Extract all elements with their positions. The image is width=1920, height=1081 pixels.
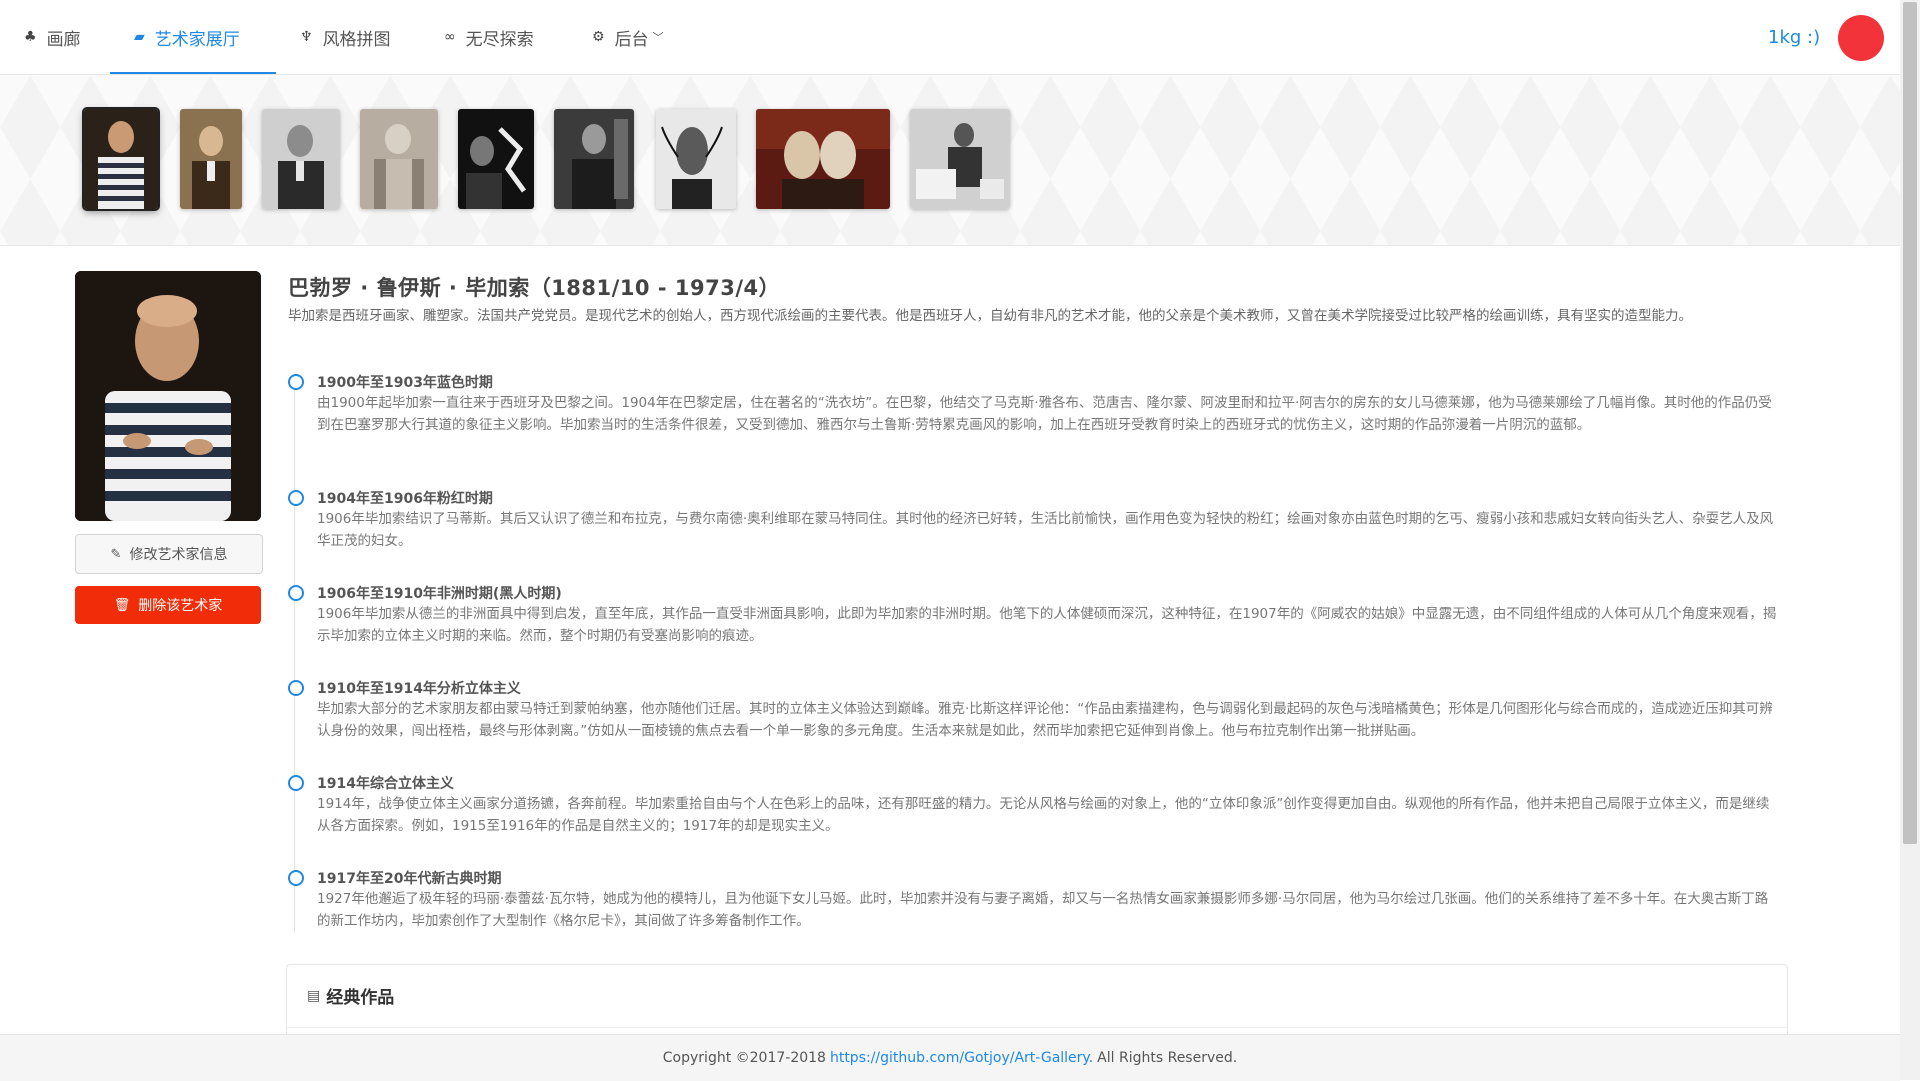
artist-portrait <box>75 271 261 521</box>
artist-name-title: 巴勃罗 · 鲁伊斯 · 毕加索（1881/10 - 1973/4） <box>288 276 781 300</box>
artist-thumb-8[interactable] <box>756 109 890 209</box>
timeline-item-title: 1917年至20年代新古典时期 <box>317 871 502 887</box>
artist-thumb-picasso[interactable] <box>84 109 158 209</box>
artist-thumb-3[interactable] <box>262 109 340 209</box>
timeline-dot-icon <box>288 585 304 601</box>
artist-thumb-5[interactable] <box>458 109 534 209</box>
pencil-icon: ✎ <box>110 546 122 562</box>
artist-portrait-image <box>360 109 438 209</box>
delete-artist-label: 删除该艺术家 <box>138 598 223 614</box>
timeline-dot-icon <box>288 374 304 390</box>
timeline-item-body: 1906年毕加索从德兰的非洲面具中得到启发，直至年底，其作品一直受非洲面具影响，… <box>317 606 1777 644</box>
timeline-item-body: 1906年毕加索结识了马蒂斯。其后又认识了德兰和布拉克，与费尔南德·奥利维耶在蒙… <box>317 511 1774 549</box>
nav-label: 艺术家展厅 <box>154 29 240 50</box>
edit-artist-label: 修改艺术家信息 <box>129 547 228 563</box>
top-navbar: ♣ 画廊 ▰ 艺术家展厅 ♆ 风格拼图 ∞ 无尽探索 ⚙ 后台 ﹀ 1kg :) <box>0 0 1900 75</box>
timeline-item-title: 1914年综合立体主义 <box>317 776 454 792</box>
timeline-item-title: 1900年至1903年蓝色时期 <box>317 375 493 391</box>
timeline-item-title: 1910年至1914年分析立体主义 <box>317 681 521 697</box>
artist-thumb-6[interactable] <box>554 109 634 209</box>
film-icon: ▤ <box>307 987 321 1004</box>
artist-portrait-image <box>656 109 736 209</box>
nav-admin-dropdown[interactable]: ⚙ 后台 ﹀ <box>592 0 664 74</box>
footer-github-link[interactable]: https://github.com/Gotjoy/Art-Gallery. <box>830 1050 1093 1066</box>
artist-portrait-image <box>262 109 340 209</box>
gear-icon: ⚙ <box>592 29 605 45</box>
timeline-item-title: 1904年至1906年粉红时期 <box>317 491 493 507</box>
divider <box>287 1027 1787 1028</box>
timeline-item-title: 1906年至1910年非洲时期(黑人时期) <box>317 586 562 602</box>
nav-label: 画廊 <box>46 29 81 50</box>
artist-thumb-2[interactable] <box>180 109 242 209</box>
timeline-dot-icon <box>288 870 304 886</box>
timeline-line <box>294 384 295 932</box>
timeline-dot-icon <box>288 490 304 506</box>
scrollbar-thumb[interactable] <box>1903 2 1917 844</box>
user-name-link[interactable]: 1kg :) <box>1768 0 1820 74</box>
avatar[interactable] <box>1838 15 1884 61</box>
artist-thumb-4[interactable] <box>360 109 438 209</box>
timeline-item-body: 由1900年起毕加索一直往来于西班牙及巴黎之间。1904年在巴黎定居，住在著名的… <box>317 395 1772 433</box>
artist-portrait-image <box>554 109 634 209</box>
nav-label: 无尽探索 <box>465 29 534 50</box>
artist-thumb-7[interactable] <box>656 109 736 209</box>
nav-label: 后台 <box>614 29 649 50</box>
trash-icon: 🗑 <box>113 597 131 613</box>
nav-artist-hall[interactable]: ▰ 艺术家展厅 <box>134 0 240 74</box>
nav-endless-explore[interactable]: ∞ 无尽探索 <box>444 0 534 74</box>
chevron-down-icon: ﹀ <box>652 31 664 44</box>
nav-style-puzzle[interactable]: ♆ 风格拼图 <box>300 0 391 74</box>
works-title: 经典作品 <box>326 988 395 1008</box>
artist-portrait-image <box>910 109 1010 209</box>
timeline-item-body: 1927年他邂逅了极年轻的玛丽·泰蕾兹·瓦尔特，她成为他的模特儿，且为他诞下女儿… <box>317 891 1769 929</box>
timeline-item-body: 1914年，战争使立体主义画家分道扬镳，各奔前程。毕加索重拾自由与个人在色彩上的… <box>317 796 1770 834</box>
footer-copyright: Copyright ©2017-2018 <box>662 1050 826 1066</box>
artist-thumb-9[interactable] <box>910 109 1010 209</box>
timeline-dot-icon <box>288 680 304 696</box>
artist-portrait-image <box>180 109 242 209</box>
delete-artist-button[interactable]: 🗑 删除该艺术家 <box>75 586 261 624</box>
works-header: ▤ 经典作品 <box>307 983 395 1009</box>
artist-portrait-image <box>84 109 158 209</box>
timeline-dot-icon <box>288 775 304 791</box>
artist-portrait-image <box>458 109 534 209</box>
nav-label: 风格拼图 <box>322 29 391 50</box>
nav-gallery[interactable]: ♣ 画廊 <box>24 0 81 74</box>
footer: Copyright ©2017-2018 https://github.com/… <box>0 1034 1900 1081</box>
footer-rights: All Rights Reserved. <box>1097 1050 1238 1066</box>
artist-portrait-image <box>756 109 890 209</box>
artist-selector-strip <box>0 75 1900 246</box>
palette-icon: ♣ <box>24 29 37 45</box>
easel-icon: ▰ <box>134 29 145 45</box>
edit-artist-button[interactable]: ✎ 修改艺术家信息 <box>75 534 263 574</box>
artist-description: 毕加索是西班牙画家、雕塑家。法国共产党党员。是现代艺术的创始人，西方现代派绘画的… <box>288 308 1692 324</box>
artist-portrait-image <box>75 271 261 521</box>
infinity-icon: ∞ <box>444 29 456 45</box>
timeline-item-body: 毕加索大部分的艺术家朋友都由蒙马特迁到蒙帕纳塞，他亦随他们迁居。其时的立体主义体… <box>317 701 1773 739</box>
brush-icon: ♆ <box>300 29 313 45</box>
active-tab-indicator <box>110 72 276 74</box>
